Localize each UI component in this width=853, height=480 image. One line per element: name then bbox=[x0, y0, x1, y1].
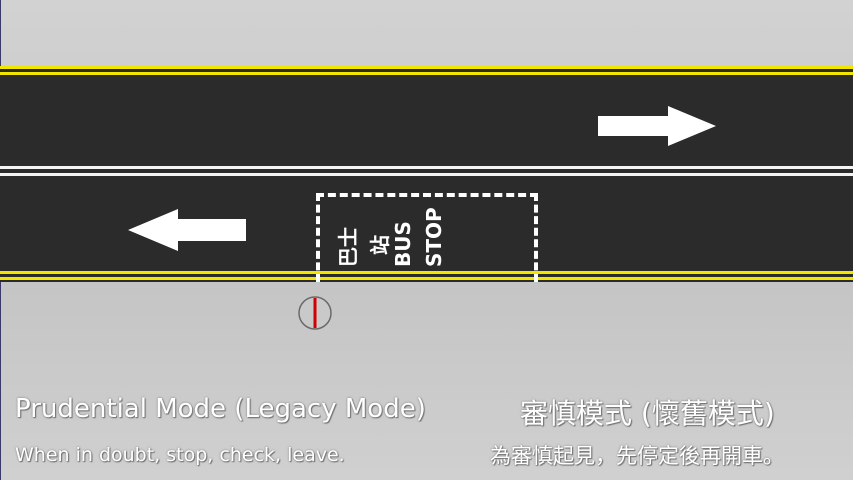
bus-stop-text-zh-2: 站 bbox=[368, 235, 392, 255]
center-white-line-lower bbox=[0, 173, 853, 176]
top-yellow-line-inner bbox=[0, 72, 853, 75]
bus-stop-text-en-2: STOP bbox=[422, 207, 446, 267]
bus-stop-text-zh-1: 巴士 bbox=[336, 227, 360, 267]
road-scene: 巴士 站 BUS STOP Prudential Mode (Legacy Mo… bbox=[0, 0, 853, 480]
mode-title-zh: 審慎模式 (懷舊模式) bbox=[520, 397, 775, 430]
center-white-line-upper bbox=[0, 166, 853, 169]
mode-subtitle-zh: 為審慎起見，先停定後再開車。 bbox=[490, 444, 784, 468]
top-yellow-line-outer bbox=[0, 66, 853, 69]
bus-stop-pole-icon bbox=[298, 296, 332, 330]
mode-subtitle-en: When in doubt, stop, check, leave. bbox=[15, 444, 345, 466]
left-arrow-icon bbox=[128, 209, 246, 251]
mode-title-en: Prudential Mode (Legacy Mode) bbox=[15, 394, 426, 424]
bus-stop-text-en-1: BUS bbox=[391, 221, 415, 267]
right-arrow-icon bbox=[598, 106, 716, 146]
bus-stop-marking: 巴士 站 BUS STOP bbox=[328, 205, 448, 275]
